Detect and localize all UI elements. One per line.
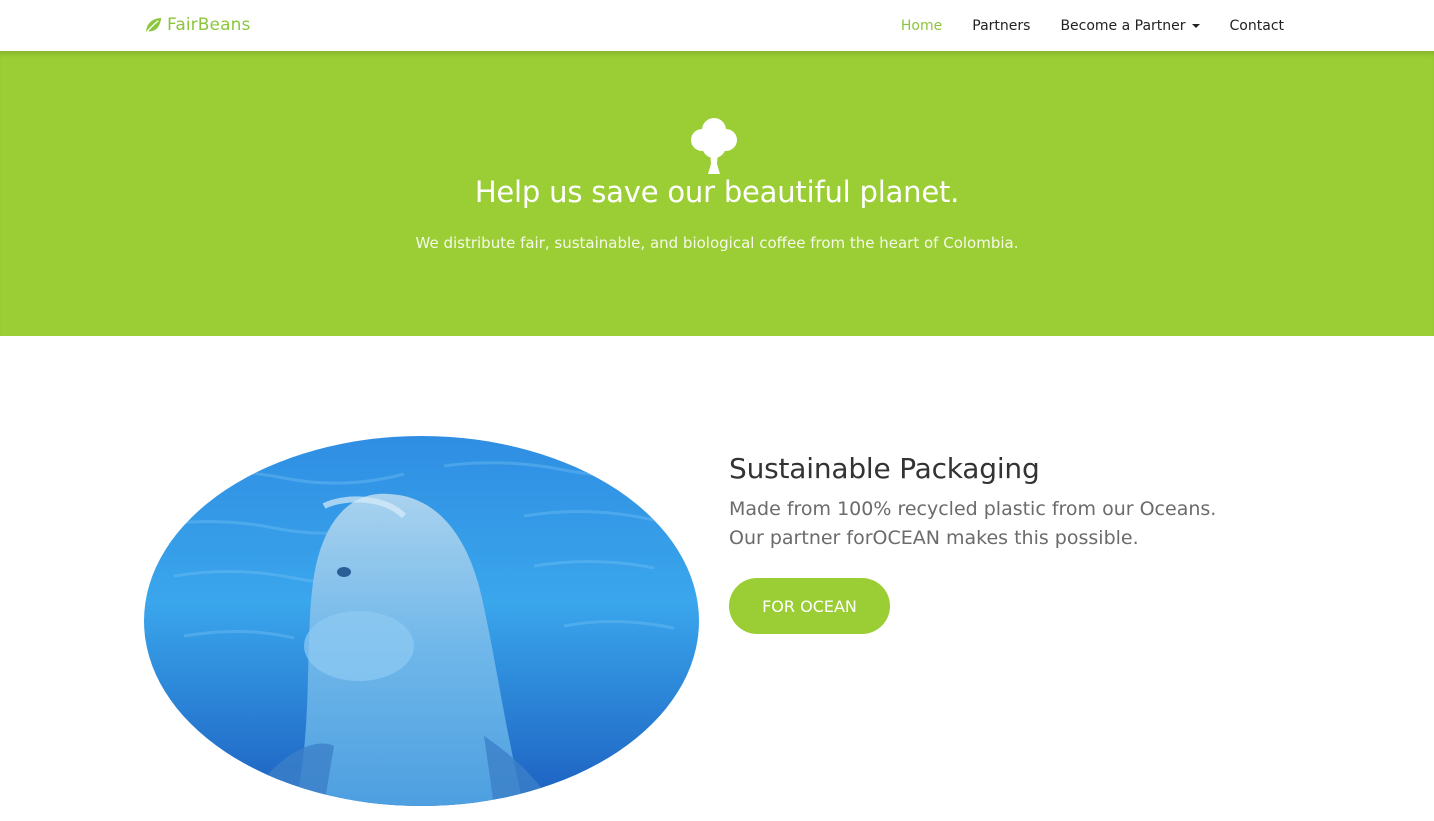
brand-name: FairBeans xyxy=(167,15,251,35)
caret-down-icon xyxy=(1191,24,1200,28)
nav-item-partners[interactable]: Partners xyxy=(972,18,1030,34)
nav-item-label: Contact xyxy=(1229,17,1284,34)
feature-description-line: Our partner forOCEAN makes this possible… xyxy=(729,527,1139,549)
feature-title: Sustainable Packaging xyxy=(729,452,1040,485)
tree-icon xyxy=(690,116,738,176)
hero-banner: Help us save our beautiful planet. We di… xyxy=(0,51,1434,336)
nav-item-become-a-partner[interactable]: Become a Partner xyxy=(1060,17,1200,34)
nav-item-label: Partners xyxy=(972,17,1031,34)
nav-item-label: Home xyxy=(900,17,943,34)
hero-subtitle: We distribute fair, sustainable, and bio… xyxy=(415,234,1019,252)
hero-title: Help us save our beautiful planet. xyxy=(474,175,960,209)
nav-item-contact[interactable]: Contact xyxy=(1230,18,1284,34)
navbar: FairBeans Home Partners Become a Partner… xyxy=(0,0,1434,51)
feature-description-line: Made from 100% recycled plastic from our… xyxy=(729,498,1217,520)
dolphin-image xyxy=(144,436,699,806)
feature-text: Sustainable Packaging Made from 100% rec… xyxy=(729,452,1289,553)
feature-description: Made from 100% recycled plastic from our… xyxy=(729,495,1289,553)
brand-logo[interactable]: FairBeans xyxy=(144,13,250,37)
for-ocean-button[interactable]: FOR OCEAN xyxy=(729,578,890,634)
nav-item-label: Become a Partner xyxy=(1060,17,1186,34)
nav-item-home[interactable]: Home xyxy=(901,18,942,34)
leaf-icon xyxy=(144,16,163,35)
main-nav: Home Partners Become a Partner Contact xyxy=(871,0,1284,51)
